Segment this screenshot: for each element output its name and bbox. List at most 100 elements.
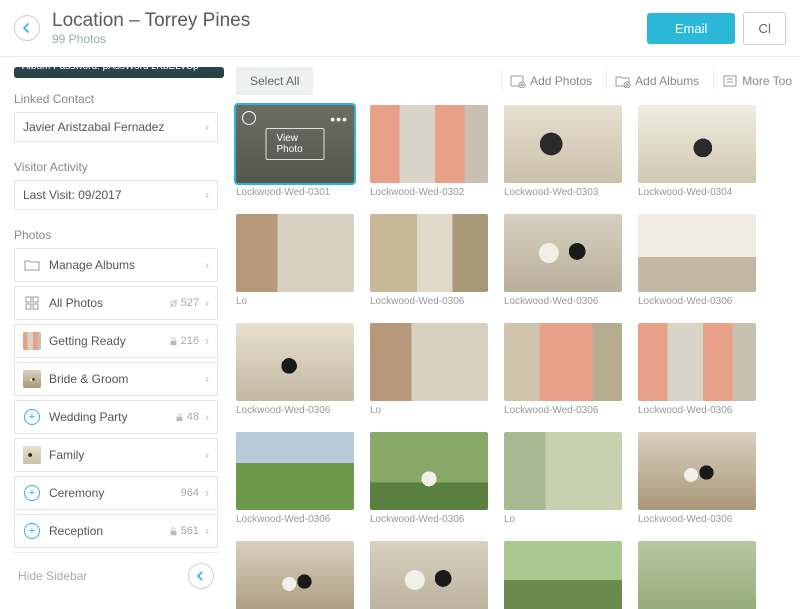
more-dots-icon[interactable]: ••• [330,111,348,127]
photo-image [236,323,354,401]
add-albums-button[interactable]: Add Albums [606,69,707,93]
album-count: 964 [181,487,199,499]
chevron-right-icon: › [205,486,209,500]
photo-thumb[interactable]: Lo [504,432,622,525]
photo-image [370,105,488,183]
photo-image [370,323,488,401]
plus-icon: + [23,408,41,426]
photo-caption: Lockwood-Wed-0301 [236,187,354,198]
linked-contact-row[interactable]: Javier Aristzabal Fernadez › [14,112,218,142]
eye-off-icon [169,299,178,308]
photo-thumb[interactable]: Lockwood-Wed-0306 [370,432,488,525]
album-thumb-icon [23,332,41,350]
photo-image [370,432,488,510]
photo-image [504,541,622,609]
toolbar: Select All Add Photos Add Albums More To… [236,67,800,95]
password-label: Album Password: [22,67,100,72]
photo-caption: Lo [236,296,354,307]
lock-icon [175,413,184,422]
photo-thumb[interactable]: Lockwood-Wed-0306 [370,214,488,307]
password-value: pAssWord zKbELvCp [103,67,199,72]
photo-thumb[interactable]: Lockwood-Wed-0306 [370,541,488,609]
photo-image [638,541,756,609]
folder-icon [23,256,41,274]
photo-caption: Lockwood-Wed-0306 [638,405,756,416]
album-count: 48 [175,411,199,423]
album-count: 216 [169,335,199,347]
photo-thumb[interactable]: Lockwood-Wed-0303 [504,105,622,198]
photo-thumb[interactable]: Lockwood-Wed-0304 [638,105,756,198]
photo-thumb[interactable]: Lockwood-Wed-0306 [638,214,756,307]
arrow-left-icon [21,22,33,34]
select-circle-icon[interactable] [242,111,256,125]
last-visit: Last Visit: 09/2017 [23,188,205,202]
add-photo-icon [510,74,526,88]
chevron-right-icon: › [205,258,209,272]
album-count: 561 [169,525,199,537]
album-row[interactable]: Getting Ready216› [14,324,218,358]
chevron-right-icon: › [205,296,209,310]
album-password-bar: Album Password: pAssWord zKbELvCp [14,67,224,78]
lock-icon [169,337,178,346]
photo-image [504,105,622,183]
photo-thumb[interactable]: Lockwood-Wed-0302 [370,105,488,198]
album-row[interactable]: Bride & Groom› [14,362,218,396]
more-tools-button[interactable]: More Too [713,69,800,93]
photo-caption: Lockwood-Wed-0306 [638,514,756,525]
photo-thumb[interactable]: Lockwood-Wed-0306 [504,541,622,609]
hide-sidebar-row[interactable]: Hide Sidebar [14,552,218,599]
view-photo-button[interactable]: View Photo [266,128,325,160]
photo-caption: Lockwood-Wed-0304 [638,187,756,198]
album-row[interactable]: +Reception561› [14,514,218,548]
album-label: Wedding Party [49,410,175,424]
photo-thumb[interactable]: Lockwood-Wed-0306 [236,541,354,609]
album-row[interactable]: +Wedding Party48› [14,400,218,434]
visitor-activity-row[interactable]: Last Visit: 09/2017 › [14,180,218,210]
all-photos-count: 527 [169,297,199,309]
photo-image [504,432,622,510]
photo-thumb[interactable]: Lo [370,323,488,416]
chevron-right-icon: › [205,188,209,202]
photo-thumb[interactable]: Lockwood-Wed-0306 [504,323,622,416]
manage-albums-row[interactable]: Manage Albums › [14,248,218,282]
all-photos-row[interactable]: All Photos 527 › [14,286,218,320]
album-thumb-icon [23,370,41,388]
select-all-button[interactable]: Select All [236,67,313,95]
photo-caption: Lockwood-Wed-0302 [370,187,488,198]
back-button[interactable] [14,15,40,41]
photo-thumb[interactable]: Lockwood-Wed-0306 [638,323,756,416]
email-button[interactable]: Email [647,13,736,44]
contact-name: Javier Aristzabal Fernadez [23,120,205,134]
photo-caption: Lockwood-Wed-0306 [236,405,354,416]
client-button[interactable]: Cl [743,12,786,45]
plus-icon: + [23,484,41,502]
album-label: Reception [49,524,169,538]
photo-image [236,541,354,609]
photo-caption: Lockwood-Wed-0306 [370,296,488,307]
photo-thumb[interactable]: Lockwood-Wed-0306 [236,323,354,416]
collapse-button[interactable] [188,563,214,589]
photo-thumb[interactable]: ••• View Photo Lockwood-Wed-0301 [236,105,354,198]
photo-caption: Lo [504,514,622,525]
photo-caption: Lockwood-Wed-0306 [638,296,756,307]
photo-image [236,214,354,292]
photo-thumb[interactable]: Lo [236,214,354,307]
photo-image: ••• View Photo [236,105,354,183]
chevron-right-icon: › [205,524,209,538]
grid-icon [23,294,41,312]
chevron-left-icon [196,571,206,581]
photo-thumb[interactable]: Lo [638,541,756,609]
photo-thumb[interactable]: Lockwood-Wed-0306 [638,432,756,525]
hero-image[interactable]: Album Password: pAssWord zKbELvCp [14,67,224,78]
album-label: Bride & Groom [49,372,199,386]
add-photos-button[interactable]: Add Photos [501,69,600,93]
photo-image [504,323,622,401]
header: Location – Torrey Pines 99 Photos Email … [0,0,800,57]
photo-thumb[interactable]: Lockwood-Wed-0306 [236,432,354,525]
album-row[interactable]: Family› [14,438,218,472]
photo-caption: Lockwood-Wed-0303 [504,187,622,198]
photo-thumb[interactable]: Lockwood-Wed-0306 [504,214,622,307]
photo-caption: Lo [370,405,488,416]
album-row[interactable]: +Ceremony964› [14,476,218,510]
album-label: Getting Ready [49,334,169,348]
